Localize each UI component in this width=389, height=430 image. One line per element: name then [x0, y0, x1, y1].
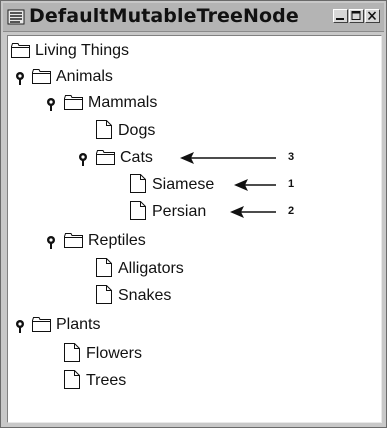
tree-view[interactable]: Living Things Animals Mammals Dogs Cats …	[7, 35, 382, 423]
callout-arrow-cats	[180, 152, 276, 164]
callout-number-siamese: 1	[288, 178, 295, 190]
minimize-button[interactable]	[333, 9, 348, 23]
callout-arrow-siamese	[234, 179, 276, 191]
window-title: DefaultMutableTreeNode	[29, 5, 299, 27]
callout-number-persian: 2	[288, 205, 295, 217]
title-bar[interactable]: DefaultMutableTreeNode	[3, 3, 384, 32]
app-icon[interactable]	[7, 8, 25, 26]
maximize-button[interactable]	[349, 9, 364, 23]
callout-arrow-persian	[230, 206, 276, 218]
close-button[interactable]	[365, 9, 380, 23]
callout-arrows	[180, 152, 276, 218]
app-window: DefaultMutableTreeNode Living Things Ani…	[0, 0, 387, 428]
callout-number-cats: 3	[288, 151, 295, 163]
